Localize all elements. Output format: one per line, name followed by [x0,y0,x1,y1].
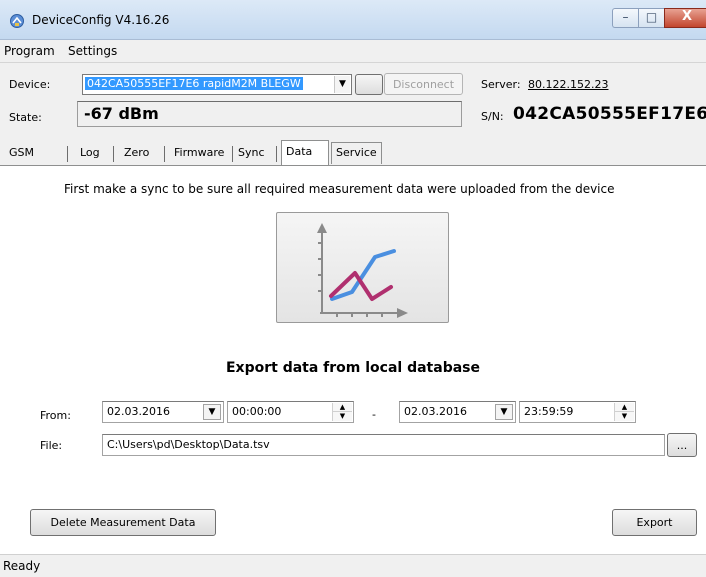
spin-down-icon[interactable]: ▼ [332,412,352,421]
server-label: Server: [481,78,521,91]
to-time-value: 23:59:59 [524,405,574,418]
menu-divider [0,62,706,63]
from-time-spinner[interactable]: ▲ ▼ [332,403,352,421]
sync-hint: First make a sync to be sure all require… [64,182,615,196]
tab-zero[interactable]: Zero [120,143,153,164]
range-separator: - [372,408,376,421]
device-label: Device: [9,78,51,91]
server-address[interactable]: 80.122.152.23 [528,78,608,91]
tab-service[interactable]: Service [331,142,382,164]
tab-data[interactable]: Data [281,140,329,166]
from-time-input[interactable]: 00:00:00 ▲ ▼ [227,401,354,423]
tab-sync[interactable]: Sync [234,143,269,164]
minimize-button[interactable]: – [612,8,638,28]
calendar-dropdown-icon[interactable]: ▼ [495,404,513,420]
spin-up-icon[interactable]: ▲ [332,403,352,412]
menu-program[interactable]: Program [4,44,55,58]
from-label: From: [40,409,71,422]
maximize-button[interactable]: □ [638,8,664,28]
state-display: -67 dBm [77,101,462,127]
tab-strip: GSM Log Zero Firmware Sync Data Service [0,140,706,166]
close-button[interactable]: X [664,8,706,28]
menu-bar: Program Settings [0,41,706,61]
serial-label: S/N: [481,110,504,123]
from-date-value: 02.03.2016 [107,405,170,418]
tab-divider [67,146,68,162]
tab-divider [113,146,114,162]
to-date-value: 02.03.2016 [404,405,467,418]
sync-button[interactable] [276,212,449,323]
maximize-icon: □ [645,10,658,24]
device-select[interactable]: 042CA50555EF17E6 rapidM2M BLEGW ▼ [82,74,352,95]
to-date-picker[interactable]: 02.03.2016 ▼ [399,401,516,423]
menu-settings[interactable]: Settings [68,44,117,58]
chart-sync-icon [317,223,408,318]
export-title: Export data from local database [225,360,480,376]
browse-button[interactable]: ... [667,433,697,457]
file-label: File: [40,439,63,452]
tab-firmware[interactable]: Firmware [170,143,228,164]
connect-button[interactable] [355,74,383,95]
tab-divider [164,146,165,162]
status-text: Ready [3,559,41,573]
close-icon: X [681,9,693,24]
state-label: State: [9,111,42,124]
minimize-icon: – [622,10,629,24]
signal-strength: -67 dBm [84,104,159,123]
to-time-spinner[interactable]: ▲ ▼ [614,403,634,421]
tab-divider [276,146,277,162]
file-path-value: C:\Users\pd\Desktop\Data.tsv [107,438,270,451]
tab-log[interactable]: Log [76,143,104,164]
export-button[interactable]: Export [612,509,697,536]
chevron-down-icon[interactable]: ▼ [334,76,350,93]
disconnect-button[interactable]: Disconnect [384,73,463,95]
window-title: DeviceConfig V4.16.26 [32,13,170,27]
spin-down-icon[interactable]: ▼ [614,412,634,421]
file-path-input[interactable]: C:\Users\pd\Desktop\Data.tsv [102,434,665,456]
calendar-dropdown-icon[interactable]: ▼ [203,404,221,420]
title-bar[interactable]: DeviceConfig V4.16.26 – □ X [0,0,706,40]
tab-gsm[interactable]: GSM [5,143,38,164]
app-window: DeviceConfig V4.16.26 – □ X Program Sett… [0,0,706,577]
from-date-picker[interactable]: 02.03.2016 ▼ [102,401,224,423]
spin-up-icon[interactable]: ▲ [614,403,634,412]
to-time-input[interactable]: 23:59:59 ▲ ▼ [519,401,636,423]
status-bar: Ready [0,554,706,577]
device-select-value: 042CA50555EF17E6 rapidM2M BLEGW [85,77,303,90]
tab-divider [232,146,233,162]
device-config-icon [10,14,24,28]
delete-measurement-button[interactable]: Delete Measurement Data [30,509,216,536]
from-time-value: 00:00:00 [232,405,282,418]
window-controls: – □ X [612,8,706,28]
serial-number: 042CA50555EF17E6 [513,104,706,124]
